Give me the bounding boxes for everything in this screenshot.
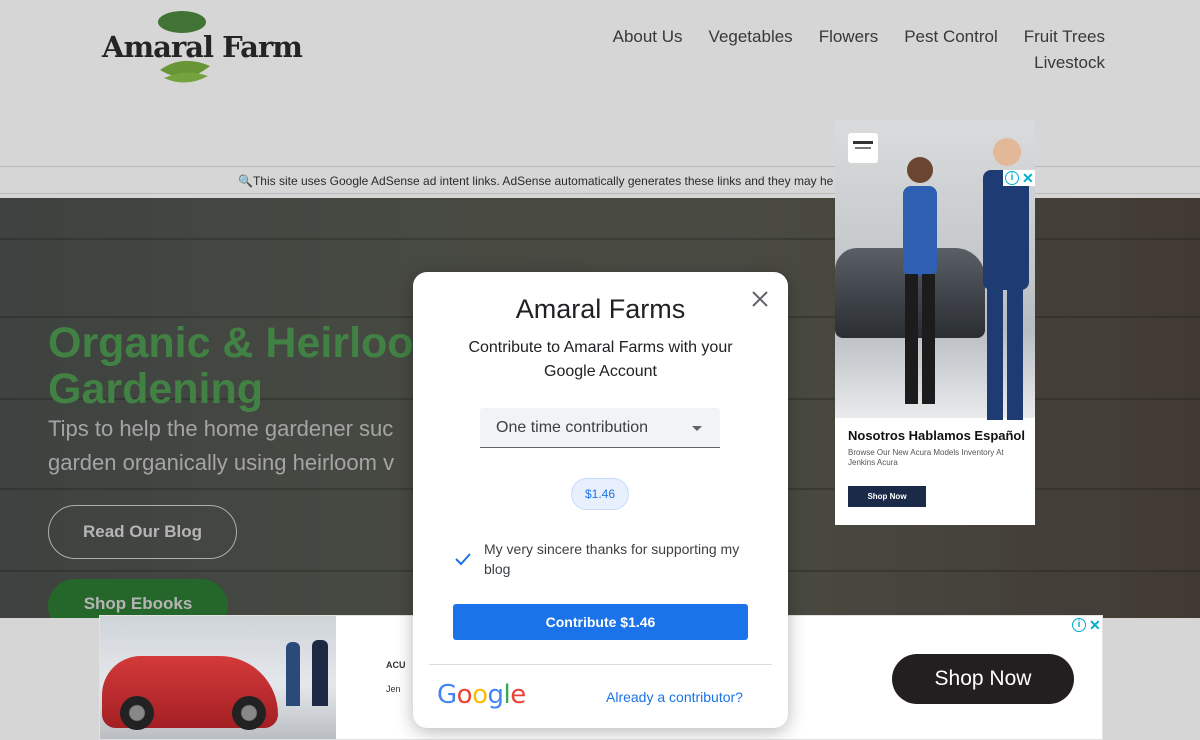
close-icon[interactable]: ✕ bbox=[1022, 170, 1034, 186]
google-logo: Google bbox=[437, 680, 526, 710]
ad-photo bbox=[100, 616, 336, 739]
side-ad[interactable]: i ✕ Nosotros Hablamos Español Browse Our… bbox=[835, 120, 1035, 525]
divider bbox=[429, 664, 772, 665]
ad-body: Browse Our New Acura Models Inventory At… bbox=[848, 448, 1004, 467]
acura-logo-icon bbox=[848, 133, 878, 163]
checkmark-icon bbox=[455, 553, 471, 566]
ad-person-image bbox=[903, 157, 937, 404]
contribution-type-select[interactable]: One time contribution bbox=[480, 408, 720, 448]
info-icon[interactable]: i bbox=[1072, 618, 1086, 632]
ad-title: Nosotros Hablamos Español bbox=[848, 428, 1025, 443]
amount-chip[interactable]: $1.46 bbox=[571, 478, 629, 510]
ad-choices[interactable]: i ✕ bbox=[1003, 170, 1035, 186]
select-value: One time contribution bbox=[496, 419, 649, 436]
dialog-title: Amaral Farms bbox=[515, 294, 686, 324]
thanks-message: My very sincere thanks for supporting my… bbox=[484, 541, 740, 577]
contribution-dialog: Amaral Farms Contribute to Amaral Farms … bbox=[413, 272, 788, 728]
ad-shop-now-button[interactable]: Shop Now bbox=[848, 486, 926, 507]
dialog-subtitle: Contribute to Amaral Farms with your Goo… bbox=[468, 339, 733, 380]
close-icon[interactable]: ✕ bbox=[1089, 617, 1101, 633]
already-contributor-link[interactable]: Already a contributor? bbox=[606, 689, 743, 705]
info-icon[interactable]: i bbox=[1005, 171, 1019, 185]
ad-choices[interactable]: i ✕ bbox=[1070, 617, 1102, 633]
contribute-button[interactable]: Contribute $1.46 bbox=[453, 604, 748, 640]
ad-photo bbox=[835, 120, 1035, 420]
ad-brand-logos: ACU Jen bbox=[386, 660, 406, 694]
jenkins-logo-icon: Jen bbox=[386, 684, 401, 694]
caret-down-icon bbox=[692, 426, 702, 431]
acura-logo-icon: ACU bbox=[386, 660, 406, 670]
ad-shop-now-button[interactable]: Shop Now bbox=[892, 654, 1074, 704]
